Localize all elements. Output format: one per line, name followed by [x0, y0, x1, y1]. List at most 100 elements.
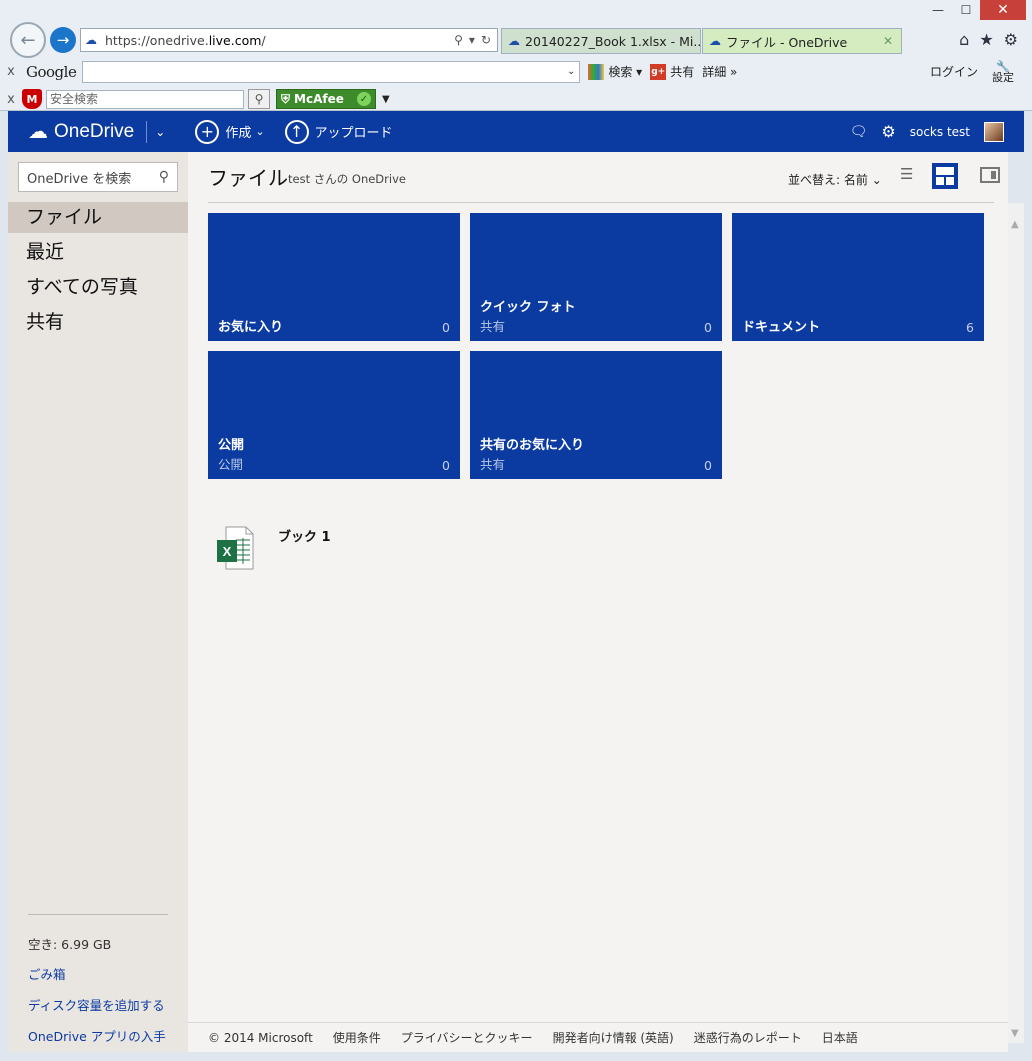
check-icon: ✓: [357, 92, 371, 106]
vertical-scrollbar[interactable]: ▲ ▼: [1008, 203, 1024, 1043]
google-search-button[interactable]: 検索 ▾: [588, 63, 642, 80]
create-button[interactable]: + 作成 ⌄: [195, 119, 265, 144]
settings-button[interactable]: 🔧 設定: [992, 61, 1014, 83]
nav-item-files[interactable]: ファイル: [8, 202, 188, 233]
get-apps-link[interactable]: OneDrive アプリの入手: [28, 1026, 166, 1045]
folder-tile-shared-favorites[interactable]: 共有のお気に入り 共有 0: [470, 351, 722, 479]
item-count: 0: [442, 320, 450, 335]
wrench-icon: 🔧: [996, 59, 1010, 73]
dropdown-arrow-icon[interactable]: ▼: [382, 94, 390, 105]
folder-tile-documents[interactable]: ドキュメント 6: [732, 213, 984, 341]
left-navigation: OneDrive を検索 ⚲ ファイル 最近 すべての写真 共有 空き: 6.9…: [8, 152, 188, 1052]
close-tab-icon[interactable]: ✕: [883, 34, 893, 48]
details-pane-icon[interactable]: [980, 167, 1000, 183]
nav-item-shared[interactable]: 共有: [8, 307, 188, 338]
chevron-down-icon[interactable]: ⌄: [567, 66, 575, 77]
mcafee-toolbar: x M 安全検索 ⚲ ⛨ McAfee ✓ ▼: [0, 88, 1032, 110]
folder-tile-public[interactable]: 公開 公開 0: [208, 351, 460, 479]
footer-link-terms[interactable]: 使用条件: [333, 1029, 381, 1046]
onedrive-search-input[interactable]: OneDrive を検索 ⚲: [18, 162, 178, 192]
onedrive-cloud-icon: ☁: [508, 34, 520, 48]
divider: [208, 202, 994, 203]
browser-tools: ⌂ ★ ⚙: [959, 30, 1018, 49]
refresh-icon[interactable]: ↻: [481, 33, 491, 47]
upload-arrow-icon: ↑: [284, 119, 309, 144]
footer-link-privacy[interactable]: プライバシーとクッキー: [401, 1029, 533, 1046]
minimize-button[interactable]: —: [924, 0, 952, 20]
item-count: 0: [442, 458, 450, 473]
dropdown-arrow-icon[interactable]: ▾: [469, 33, 475, 47]
safe-search-input[interactable]: 安全検索: [46, 89, 244, 109]
avatar[interactable]: [984, 121, 1004, 142]
folder-sharing-status: 共有: [480, 457, 506, 472]
address-bar[interactable]: ☁ https://onedrive.live.com/ ⚲ ▾ ↻: [80, 28, 498, 52]
recycle-bin-link[interactable]: ごみ箱: [28, 964, 66, 983]
google-toolbar: x Google ⌄ 検索 ▾ g+ 共有 詳細 » ログイン 🔧 設定: [0, 57, 1032, 86]
google-search-input[interactable]: ⌄: [82, 60, 581, 83]
forward-button[interactable]: →: [50, 27, 76, 53]
folder-name: ドキュメント: [742, 320, 821, 335]
mcafee-shield-icon: M: [22, 89, 42, 109]
login-link[interactable]: ログイン: [930, 63, 978, 80]
browser-chrome: — ☐ ✕ ← → ☁ https://onedrive.live.com/ ⚲…: [0, 0, 1032, 111]
url-domain: live.com: [208, 32, 262, 48]
footer-link-language[interactable]: 日本語: [822, 1029, 858, 1046]
list-view-icon[interactable]: ☰: [900, 166, 918, 184]
folder-name: 公開: [218, 438, 245, 453]
google-search-icon: [588, 63, 605, 80]
more-button[interactable]: 詳細 »: [702, 63, 737, 80]
tab-excel-book[interactable]: ☁ 20140227_Book 1.xlsx - Mi...: [501, 28, 701, 54]
close-window-button[interactable]: ✕: [980, 0, 1026, 20]
tab-onedrive-files[interactable]: ☁ ファイル - OneDrive ✕: [702, 28, 902, 54]
search-icon[interactable]: ⚲: [454, 33, 463, 47]
upload-button[interactable]: ↑ アップロード: [284, 119, 393, 144]
arrow-right-icon: →: [56, 31, 70, 49]
window-controls: — ☐ ✕: [924, 0, 1026, 22]
scroll-down-icon[interactable]: ▼: [1011, 1028, 1019, 1039]
folder-name: クイック フォト: [480, 300, 576, 315]
search-icon[interactable]: ⚲: [159, 169, 169, 185]
back-button[interactable]: ←: [10, 22, 46, 58]
file-name: ブック 1: [278, 530, 331, 545]
nav-item-recent[interactable]: 最近: [8, 237, 188, 268]
folder-sharing-status: 共有: [480, 319, 506, 334]
gear-icon[interactable]: ⚙: [881, 122, 895, 141]
folder-sharing-status: 公開: [218, 457, 244, 472]
svg-text:X: X: [223, 544, 232, 559]
page-title: ファイル: [208, 166, 288, 190]
folder-tile-quick-photos[interactable]: クイック フォト 共有 0: [470, 213, 722, 341]
onedrive-header: ☁ OneDrive ⌄ + 作成 ⌄ ↑ アップロード 🗨 ⚙ socks t…: [8, 111, 1024, 152]
onedrive-cloud-icon: ☁: [28, 121, 48, 143]
page-subtitle: test さんの OneDrive: [288, 172, 406, 186]
maximize-button[interactable]: ☐: [952, 0, 980, 20]
folder-name: 共有のお気に入り: [480, 438, 585, 453]
tab-title: 20140227_Book 1.xlsx - Mi...: [525, 33, 701, 49]
favorites-star-icon[interactable]: ★: [979, 30, 993, 49]
divider: [146, 120, 148, 143]
scroll-up-icon[interactable]: ▲: [1011, 219, 1019, 230]
close-toolbar-icon[interactable]: x: [0, 64, 22, 79]
sort-dropdown[interactable]: 並べ替え: 名前 ⌄: [788, 171, 882, 188]
search-icon: ⚲: [254, 92, 264, 106]
home-icon[interactable]: ⌂: [959, 30, 969, 49]
close-toolbar-icon[interactable]: x: [0, 92, 22, 107]
footer-link-report-abuse[interactable]: 迷惑行為のレポート: [694, 1029, 802, 1046]
nav-item-all-photos[interactable]: すべての写真: [8, 272, 188, 303]
safe-search-button[interactable]: ⚲: [248, 89, 270, 109]
gear-icon[interactable]: ⚙: [1004, 30, 1018, 49]
main-content: ファイル test さんの OneDrive 並べ替え: 名前 ⌄ ☰ お気に入…: [188, 152, 1008, 1052]
folder-tile-favorites[interactable]: お気に入り 0: [208, 213, 460, 341]
tile-view-icon[interactable]: [932, 163, 958, 189]
item-count: 6: [966, 320, 974, 335]
onedrive-cloud-icon: ☁: [85, 33, 97, 47]
google-share-button[interactable]: g+ 共有: [650, 63, 694, 80]
brand-name: OneDrive: [54, 120, 135, 142]
folder-name: お気に入り: [218, 320, 284, 335]
feedback-icon[interactable]: 🗨: [850, 124, 868, 140]
add-storage-link[interactable]: ディスク容量を追加する: [28, 995, 165, 1014]
onedrive-brand[interactable]: ☁ OneDrive ⌄: [28, 119, 165, 144]
user-name[interactable]: socks test: [910, 125, 970, 139]
footer-link-developers[interactable]: 開発者向け情報 (英語): [553, 1029, 674, 1046]
mcafee-status-badge[interactable]: ⛨ McAfee ✓: [276, 89, 376, 109]
file-item[interactable]: X ブック 1: [212, 522, 412, 582]
